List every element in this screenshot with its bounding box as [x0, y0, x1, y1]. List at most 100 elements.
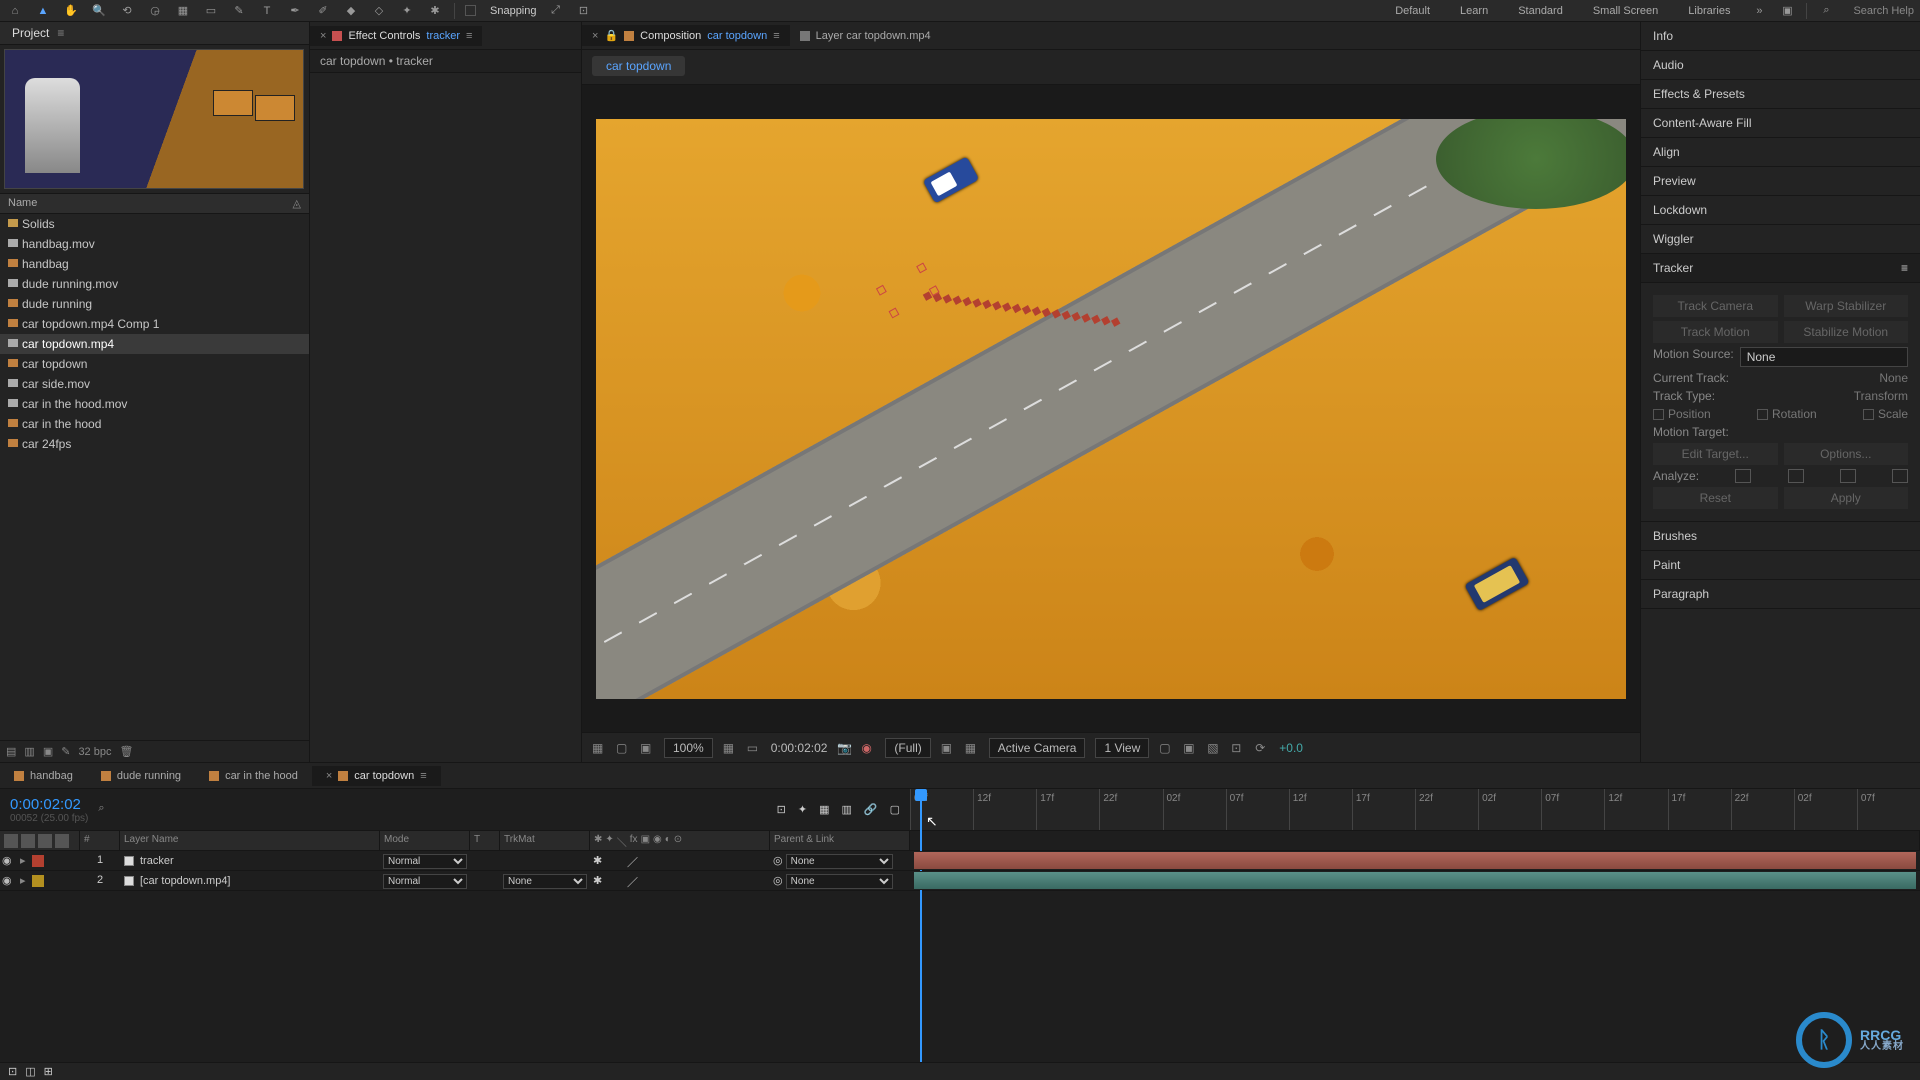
snap-misc-icon[interactable]: ⊡: [575, 2, 593, 20]
timeline-tab[interactable]: dude running: [87, 766, 195, 786]
camera-tool-icon[interactable]: ▦: [174, 2, 192, 20]
layer-bar[interactable]: [914, 872, 1916, 889]
timeline-tab[interactable]: handbag: [0, 766, 87, 786]
panel-menu-icon[interactable]: ≡: [466, 30, 472, 42]
grid-icon[interactable]: ▦: [723, 741, 737, 755]
rotation-tool-icon[interactable]: ◶: [146, 2, 164, 20]
panel-section[interactable]: Brushes: [1641, 522, 1920, 551]
text-tool-icon[interactable]: T: [258, 2, 276, 20]
project-item[interactable]: car topdown.mp4 Comp 1: [0, 314, 309, 334]
exposure-value[interactable]: +0.0: [1279, 741, 1303, 755]
interpret-icon[interactable]: ▤: [6, 745, 16, 758]
sb-ic1[interactable]: ⊡: [8, 1065, 17, 1078]
search-help-input[interactable]: Search Help: [1853, 5, 1914, 17]
parent-select[interactable]: None: [786, 854, 893, 869]
tl-hdr-ic1[interactable]: ⊡: [777, 803, 786, 816]
vf-ic1[interactable]: ▢: [1159, 741, 1173, 755]
panel-section[interactable]: Info: [1641, 22, 1920, 51]
twirl-icon[interactable]: ▸: [20, 854, 30, 867]
zoom-select[interactable]: 100%: [664, 738, 713, 758]
edit-target-button[interactable]: Edit Target...: [1653, 443, 1778, 465]
panel-menu-icon[interactable]: ≡: [57, 26, 64, 40]
project-item[interactable]: car side.mov: [0, 374, 309, 394]
track-motion-button[interactable]: Track Motion: [1653, 321, 1778, 343]
camera-select[interactable]: Active Camera: [989, 738, 1086, 758]
rotation-checkbox[interactable]: [1757, 409, 1768, 420]
mask-icon[interactable]: ▢: [616, 741, 630, 755]
tracker-section-header[interactable]: Tracker ≡: [1641, 254, 1920, 283]
panel-menu-icon[interactable]: ≡: [1901, 261, 1908, 275]
sb-ic3[interactable]: ⊞: [44, 1065, 53, 1078]
col-parent[interactable]: Parent & Link: [770, 831, 910, 850]
tl-hdr-ic5[interactable]: 🔗: [864, 803, 878, 816]
twirl-icon[interactable]: ▸: [20, 874, 30, 887]
reset-button[interactable]: Reset: [1653, 487, 1778, 509]
tl-hdr-ic2[interactable]: ✦: [798, 803, 807, 816]
project-item[interactable]: car in the hood.mov: [0, 394, 309, 414]
project-item[interactable]: car topdown: [0, 354, 309, 374]
timeline-tab[interactable]: × car topdown ≡: [312, 766, 441, 786]
visibility-icon[interactable]: ◉: [2, 854, 16, 868]
tl-hdr-ic6[interactable]: ▢: [890, 803, 900, 816]
timeline-tab[interactable]: car in the hood: [195, 766, 312, 786]
refresh-icon[interactable]: ⟳: [1255, 741, 1269, 755]
panel-menu-icon[interactable]: ≡: [773, 30, 779, 42]
trkmat-select[interactable]: None: [503, 874, 587, 889]
snap-opts-icon[interactable]: ⤢: [547, 2, 565, 20]
stamp-tool-icon[interactable]: ◆: [342, 2, 360, 20]
orbit-tool-icon[interactable]: ⟲: [118, 2, 136, 20]
composition-tab[interactable]: × 🔒 Composition car topdown ≡: [582, 25, 790, 46]
motion-source-select[interactable]: None: [1740, 347, 1908, 367]
project-item[interactable]: Solids: [0, 214, 309, 234]
search-icon[interactable]: ⌕: [1817, 2, 1835, 20]
panel-section[interactable]: Paint: [1641, 551, 1920, 580]
tl-hdr-ic3[interactable]: ▦: [819, 803, 829, 816]
panel-section[interactable]: Align: [1641, 138, 1920, 167]
pan-behind-icon[interactable]: ▭: [202, 2, 220, 20]
project-tab[interactable]: Project ≡: [0, 22, 309, 45]
lock-icon[interactable]: 🔒: [604, 29, 618, 42]
col-mode[interactable]: Mode: [380, 831, 470, 850]
resolution-select[interactable]: (Full): [885, 738, 930, 758]
safe-icon[interactable]: ▭: [747, 741, 761, 755]
project-item[interactable]: car 24fps: [0, 434, 309, 454]
workspace-learn[interactable]: Learn: [1450, 3, 1498, 19]
workspace-small-screen[interactable]: Small Screen: [1583, 3, 1668, 19]
parent-select[interactable]: None: [786, 874, 893, 889]
timeline-layer-row[interactable]: ◉▸1trackerNormal✱／◎ None: [0, 851, 1920, 871]
panel-section[interactable]: Content-Aware Fill: [1641, 109, 1920, 138]
vf-ic4[interactable]: ⊡: [1231, 741, 1245, 755]
workspace-overflow-icon[interactable]: »: [1750, 2, 1768, 20]
project-item[interactable]: car topdown.mp4: [0, 334, 309, 354]
views-select[interactable]: 1 View: [1095, 738, 1149, 758]
panel-section[interactable]: Audio: [1641, 51, 1920, 80]
brush-tool-icon[interactable]: ✐: [314, 2, 332, 20]
playhead[interactable]: [920, 789, 922, 1080]
pen-tool-icon[interactable]: ✒: [286, 2, 304, 20]
puppet-tool-icon[interactable]: ✱: [426, 2, 444, 20]
visibility-icon[interactable]: ◉: [2, 874, 16, 888]
analyze-back-full-icon[interactable]: [1735, 469, 1751, 483]
analyze-fwd-full-icon[interactable]: [1892, 469, 1908, 483]
alpha-icon[interactable]: ▦: [592, 741, 606, 755]
hand-tool-icon[interactable]: ✋: [62, 2, 80, 20]
panel-section[interactable]: Wiggler: [1641, 225, 1920, 254]
timeline-search-icon[interactable]: ⌕: [98, 802, 114, 818]
warp-stabilizer-button[interactable]: Warp Stabilizer: [1784, 295, 1909, 317]
timeline-timecode[interactable]: 0:00:02:02: [10, 796, 88, 813]
shape-tool-icon[interactable]: ✎: [230, 2, 248, 20]
close-icon[interactable]: ×: [320, 30, 326, 42]
home-icon[interactable]: ⌂: [6, 2, 24, 20]
new-comp-icon[interactable]: ▣: [43, 745, 53, 758]
workspace-default[interactable]: Default: [1385, 3, 1440, 19]
project-item[interactable]: handbag: [0, 254, 309, 274]
project-item[interactable]: dude running.mov: [0, 274, 309, 294]
sb-ic2[interactable]: ◫: [25, 1065, 35, 1078]
blend-mode-select[interactable]: Normal: [383, 874, 467, 889]
panel-section[interactable]: Effects & Presets: [1641, 80, 1920, 109]
timeline-layer-row[interactable]: ◉▸2[car topdown.mp4]NormalNone✱／◎ None: [0, 871, 1920, 891]
apply-button[interactable]: Apply: [1784, 487, 1909, 509]
eraser-tool-icon[interactable]: ◇: [370, 2, 388, 20]
zoom-tool-icon[interactable]: 🔍: [90, 2, 108, 20]
effect-controls-tab[interactable]: × Effect Controls tracker ≡: [310, 26, 482, 46]
